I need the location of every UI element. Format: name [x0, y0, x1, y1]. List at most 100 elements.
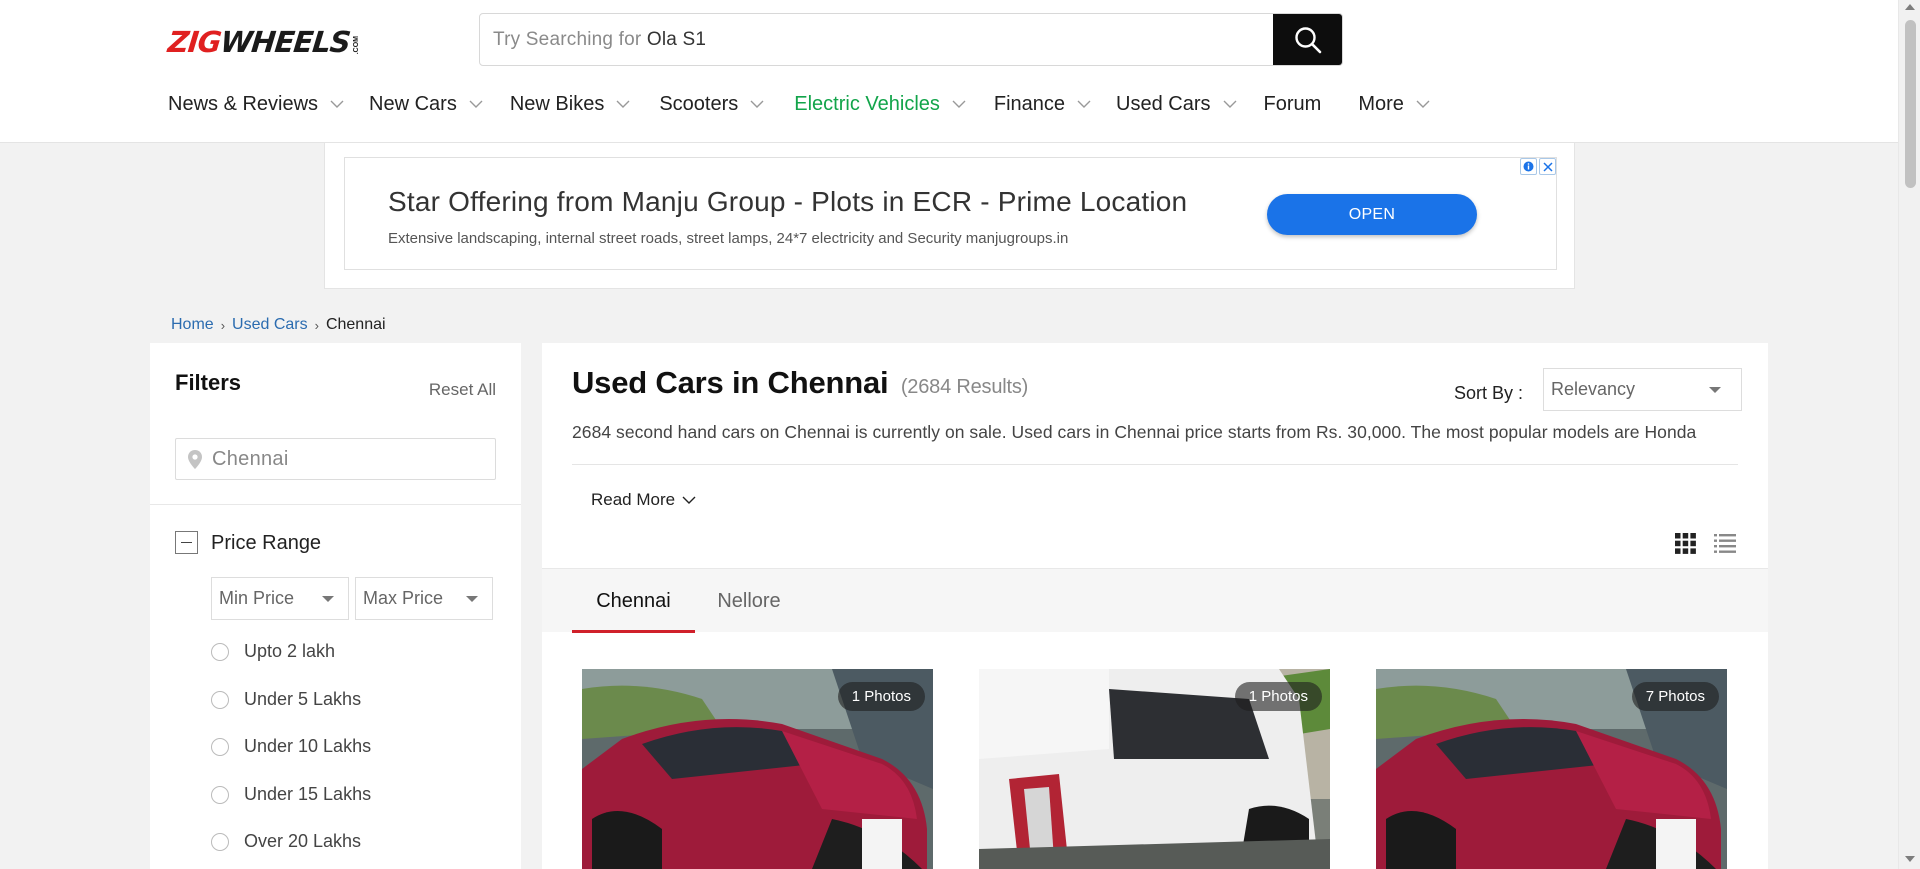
car-listing-card[interactable]: 1 Photos [582, 669, 933, 869]
breadcrumb-separator-icon: › [220, 317, 226, 333]
price-option-over-20-lakhs[interactable]: Over 20 Lakhs [211, 831, 361, 852]
sort-select[interactable]: Relevancy [1543, 368, 1742, 411]
nav-new-bikes[interactable]: New Bikes [510, 93, 630, 116]
filters-panel: Filters Reset All Chennai Price Range Mi… [150, 343, 521, 869]
read-more-label: Read More [591, 490, 676, 509]
tab-nellore[interactable]: Nellore [709, 569, 789, 633]
breadcrumb-used-cars-link[interactable]: Used Cars [232, 316, 308, 334]
chevron-down-icon [1077, 100, 1091, 108]
car-listing-card[interactable]: 7 Photos [1376, 669, 1727, 869]
ad-info-icon[interactable] [1520, 158, 1537, 175]
max-price-label: Max Price [363, 588, 444, 608]
nav-electric-vehicles[interactable]: Electric Vehicles [794, 93, 966, 116]
price-option-under-5-lakhs[interactable]: Under 5 Lakhs [211, 689, 361, 710]
photo-count-badge: 1 Photos [1234, 682, 1322, 711]
results-count: (2684 Results) [900, 376, 1029, 398]
nav-label: News & Reviews [168, 92, 319, 115]
filters-divider [150, 504, 521, 505]
city-tabs: Chennai Nellore [542, 568, 1768, 633]
nav-label: Scooters [659, 92, 739, 115]
nav-used-cars[interactable]: Used Cars [1116, 92, 1237, 116]
chevron-down-icon [1223, 100, 1237, 108]
breadcrumb: Home › Used Cars › Chennai [171, 316, 386, 334]
page-title: Used Cars in Chennai (2684 Results) [572, 365, 1028, 401]
radio-button[interactable] [211, 642, 229, 661]
ad-close-icon[interactable] [1539, 158, 1556, 175]
price-option-under-15-lakhs[interactable]: Under 15 Lakhs [211, 784, 371, 805]
chevron-down-icon [750, 100, 764, 108]
read-more-button[interactable]: Read More [591, 490, 696, 510]
price-option-label: Upto 2 lakh [244, 641, 336, 661]
min-price-select[interactable]: Min Price [211, 577, 349, 620]
nav-label: Finance [993, 92, 1066, 115]
radio-button[interactable] [211, 832, 229, 851]
logo-wheels-text: WHEELS [218, 25, 352, 59]
nav-new-cars[interactable]: New Cars [369, 93, 483, 116]
search-placeholder: Try Searching for [493, 29, 647, 50]
ad-title[interactable]: Star Offering from Manju Group - Plots i… [388, 186, 1187, 218]
nav-label: New Bikes [509, 92, 605, 115]
nav-label: More [1358, 92, 1404, 115]
page-title-text: Used Cars in Chennai [572, 365, 889, 400]
sort-value: Relevancy [1551, 379, 1636, 399]
location-pin-icon [188, 449, 202, 469]
radio-button[interactable] [211, 690, 229, 709]
radio-button[interactable] [211, 785, 229, 804]
listing-description: 2684 second hand cars on Chennai is curr… [572, 422, 1697, 442]
nav-more[interactable]: More [1358, 93, 1430, 116]
caret-down-icon [466, 595, 478, 602]
minus-icon [181, 541, 192, 544]
min-price-label: Min Price [219, 588, 295, 608]
photo-count-badge: 7 Photos [1631, 682, 1719, 711]
nav-scooters[interactable]: Scooters [659, 93, 764, 116]
nav-news-reviews[interactable]: News & Reviews [168, 93, 344, 116]
chevron-down-icon [469, 100, 483, 108]
breadcrumb-home-link[interactable]: Home [171, 316, 214, 334]
filters-title: Filters [175, 370, 242, 395]
location-input[interactable]: Chennai [175, 438, 496, 480]
search-bar[interactable]: Try Searching for Ola S1 [479, 13, 1343, 66]
breadcrumb-current: Chennai [325, 316, 386, 333]
scroll-up-arrow-icon[interactable] [1905, 4, 1915, 10]
list-view-icon[interactable] [1714, 534, 1736, 553]
radio-button[interactable] [211, 737, 229, 756]
logo-zig-text: ZIG [166, 25, 223, 59]
price-option-upto-2-lakh[interactable]: Upto 2 lakh [211, 641, 335, 662]
search-button[interactable] [1273, 14, 1342, 65]
caret-down-icon [322, 595, 334, 602]
tab-label: Chennai [596, 589, 671, 612]
price-option-label: Under 5 Lakhs [244, 689, 362, 709]
chevron-down-icon [616, 100, 630, 108]
scroll-down-arrow-icon[interactable] [1905, 856, 1915, 862]
car-listing-card[interactable]: 1 Photos [979, 669, 1330, 869]
chevron-down-icon [682, 496, 696, 504]
nav-forum[interactable]: Forum [1264, 93, 1322, 116]
max-price-select[interactable]: Max Price [355, 577, 493, 620]
nav-label: Used Cars [1116, 92, 1211, 115]
chevron-down-icon [952, 100, 966, 108]
nav-finance[interactable]: Finance [994, 93, 1091, 116]
zigwheels-logo[interactable]: ZIGWHEELS .COM [166, 25, 360, 59]
site-header: ZIGWHEELS .COM Try Searching for Ola S1 … [0, 0, 1898, 143]
price-range-title[interactable]: Price Range [211, 532, 321, 555]
ad-open-button[interactable]: OPEN [1267, 194, 1477, 235]
search-suggestion: Ola S1 [646, 29, 707, 50]
ad-description[interactable]: Extensive landscaping, internal street r… [388, 230, 1068, 247]
price-option-label: Under 15 Lakhs [244, 784, 372, 804]
tab-chennai[interactable]: Chennai [572, 569, 695, 633]
page-scrollbar[interactable] [1898, 0, 1920, 869]
price-option-under-10-lakhs[interactable]: Under 10 Lakhs [211, 736, 371, 757]
search-icon [1295, 26, 1322, 53]
nav-label: New Cars [369, 92, 457, 115]
price-option-label: Under 10 Lakhs [244, 736, 372, 756]
search-input[interactable]: Try Searching for Ola S1 [480, 14, 1273, 65]
logo-com-text: .COM [352, 35, 360, 54]
reset-all-link[interactable]: Reset All [429, 380, 496, 400]
chevron-down-icon [1416, 100, 1430, 108]
grid-view-icon[interactable] [1675, 533, 1696, 554]
listing-panel: Used Cars in Chennai (2684 Results) Sort… [542, 343, 1768, 869]
scroll-thumb[interactable] [1905, 20, 1916, 188]
location-value: Chennai [212, 447, 289, 470]
price-range-collapse-toggle[interactable] [175, 531, 198, 554]
ad-banner[interactable]: Star Offering from Manju Group - Plots i… [344, 157, 1557, 270]
